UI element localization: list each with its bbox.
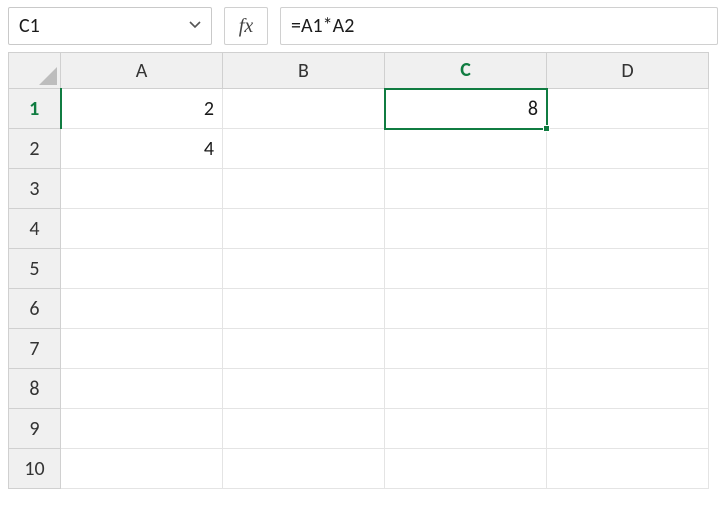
column-header-c[interactable]: C	[385, 53, 547, 89]
cell-a5[interactable]	[61, 249, 223, 289]
cell-b2[interactable]	[223, 129, 385, 169]
cell-a10[interactable]	[61, 449, 223, 489]
select-all-corner[interactable]	[9, 53, 61, 89]
cell-a2[interactable]: 4	[61, 129, 223, 169]
name-box-value: C1	[19, 14, 40, 38]
name-box[interactable]: C1	[8, 7, 212, 45]
cell-a7[interactable]	[61, 329, 223, 369]
cell-b5[interactable]	[223, 249, 385, 289]
row-header-7[interactable]: 7	[9, 329, 61, 369]
column-header-b[interactable]: B	[223, 53, 385, 89]
cell-d5[interactable]	[547, 249, 709, 289]
cell-c1[interactable]: 8	[385, 89, 547, 129]
cell-c3[interactable]	[385, 169, 547, 209]
cell-c8[interactable]	[385, 369, 547, 409]
cell-d9[interactable]	[547, 409, 709, 449]
cell-c2[interactable]	[385, 129, 547, 169]
cell-d10[interactable]	[547, 449, 709, 489]
cell-b9[interactable]	[223, 409, 385, 449]
cell-c10[interactable]	[385, 449, 547, 489]
row-header-4[interactable]: 4	[9, 209, 61, 249]
row-header-1[interactable]: 1	[9, 89, 61, 129]
spreadsheet-grid: ABCD 12824345678910	[0, 52, 726, 489]
column-header-d[interactable]: D	[547, 53, 709, 89]
cell-c7[interactable]	[385, 329, 547, 369]
cell-a3[interactable]	[61, 169, 223, 209]
row-header-5[interactable]: 5	[9, 249, 61, 289]
cell-d7[interactable]	[547, 329, 709, 369]
cell-d8[interactable]	[547, 369, 709, 409]
cell-b8[interactable]	[223, 369, 385, 409]
cell-c6[interactable]	[385, 289, 547, 329]
row-header-8[interactable]: 8	[9, 369, 61, 409]
column-header-a[interactable]: A	[61, 53, 223, 89]
row-header-10[interactable]: 10	[9, 449, 61, 489]
cell-b7[interactable]	[223, 329, 385, 369]
row-header-3[interactable]: 3	[9, 169, 61, 209]
cell-c4[interactable]	[385, 209, 547, 249]
cell-a1[interactable]: 2	[61, 89, 223, 129]
cell-b6[interactable]	[223, 289, 385, 329]
cell-a8[interactable]	[61, 369, 223, 409]
cell-a9[interactable]	[61, 409, 223, 449]
formula-input[interactable]: =A1*A2	[280, 7, 718, 45]
cell-b3[interactable]	[223, 169, 385, 209]
row-header-6[interactable]: 6	[9, 289, 61, 329]
formula-text: =A1*A2	[291, 14, 354, 38]
fx-icon: fx	[239, 15, 253, 38]
cell-a6[interactable]	[61, 289, 223, 329]
chevron-down-icon[interactable]	[189, 18, 203, 35]
cell-b4[interactable]	[223, 209, 385, 249]
cell-d6[interactable]	[547, 289, 709, 329]
cell-d1[interactable]	[547, 89, 709, 129]
formula-bar: C1 fx =A1*A2	[0, 0, 726, 52]
grid-table: ABCD 12824345678910	[8, 52, 709, 489]
cell-c9[interactable]	[385, 409, 547, 449]
cell-d3[interactable]	[547, 169, 709, 209]
cell-d2[interactable]	[547, 129, 709, 169]
cell-b10[interactable]	[223, 449, 385, 489]
cell-b1[interactable]	[223, 89, 385, 129]
cell-c5[interactable]	[385, 249, 547, 289]
insert-function-button[interactable]: fx	[224, 7, 268, 45]
cell-a4[interactable]	[61, 209, 223, 249]
row-header-9[interactable]: 9	[9, 409, 61, 449]
cell-d4[interactable]	[547, 209, 709, 249]
row-header-2[interactable]: 2	[9, 129, 61, 169]
